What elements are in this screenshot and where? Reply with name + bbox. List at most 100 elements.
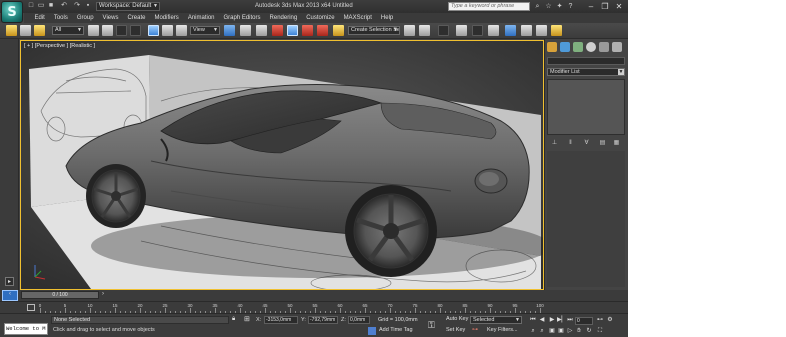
lock-selection-icon[interactable]: 🔒︎: [232, 316, 235, 323]
layer-manager-icon[interactable]: [438, 25, 449, 36]
pin-stack-icon[interactable]: ⊥: [551, 140, 558, 147]
spinner-snap-icon[interactable]: [317, 25, 328, 36]
field-of-view-icon[interactable]: ▷: [566, 327, 574, 335]
go-to-start-icon[interactable]: ⏮: [529, 316, 537, 324]
reference-coordinate-dropdown[interactable]: View ▼: [190, 26, 220, 35]
next-frame-icon[interactable]: ▶▏: [557, 316, 566, 324]
schematic-view-icon[interactable]: [488, 25, 499, 36]
create-tab-icon[interactable]: [547, 42, 557, 52]
open-mini-curve-editor-icon[interactable]: [27, 304, 35, 311]
y-coordinate-field[interactable]: -792,79mm: [308, 316, 338, 324]
new-scene-icon[interactable]: □: [27, 2, 35, 10]
minimize-icon[interactable]: –: [585, 1, 597, 12]
menu-modifiers[interactable]: Modifiers: [150, 13, 183, 23]
application-button[interactable]: S: [1, 1, 23, 23]
close-icon[interactable]: ✕: [613, 1, 625, 12]
menu-views[interactable]: Views: [98, 13, 123, 23]
select-and-move-icon[interactable]: [148, 25, 159, 36]
auto-key-button[interactable]: Auto Key: [446, 315, 468, 324]
bind-to-space-warp-icon[interactable]: [34, 25, 45, 36]
track-bar[interactable]: 0 5 10 15 20 25 30 35 40 45 50 55 60 65 70 75 80 85 90 95 10…: [0, 301, 628, 313]
restore-icon[interactable]: ❐: [599, 1, 611, 12]
orbit-icon[interactable]: ↻: [585, 327, 593, 335]
show-end-result-icon[interactable]: ‖: [567, 140, 574, 147]
z-coordinate-field[interactable]: 0,0mm: [348, 316, 370, 324]
motion-tab-icon[interactable]: [586, 42, 596, 52]
select-object-icon[interactable]: [88, 25, 99, 36]
viewport-label[interactable]: [ + ] [Perspective ] [Realistic ]: [24, 43, 95, 49]
utilities-tab-icon[interactable]: [612, 42, 622, 52]
curve-editor-icon[interactable]: [472, 25, 483, 36]
open-file-icon[interactable]: ▭: [37, 2, 45, 10]
window-crossing-icon[interactable]: [130, 25, 141, 36]
menu-graph-editors[interactable]: Graph Editors: [219, 13, 265, 23]
key-mode-dropdown[interactable]: Selected ▼: [470, 316, 522, 324]
save-file-icon[interactable]: ■: [47, 2, 55, 10]
select-and-manipulate-icon[interactable]: [240, 25, 251, 36]
absolute-mode-icon[interactable]: ⊞: [244, 315, 250, 323]
edit-named-selection-icon[interactable]: [333, 25, 344, 36]
frame-ruler[interactable]: 0 5 10 15 20 25 30 35 40 45 50 55 60 65 70 75 80 85 90 95 10…: [39, 302, 544, 313]
make-unique-icon[interactable]: ∀: [583, 140, 590, 147]
graphite-ribbon-icon[interactable]: [456, 25, 467, 36]
expand-strip-icon[interactable]: ▸: [5, 277, 14, 286]
previous-frame-icon[interactable]: ◀: [538, 316, 546, 324]
set-key-button[interactable]: Set Key: [446, 326, 465, 335]
remove-modifier-icon[interactable]: ▤: [599, 140, 606, 147]
select-and-scale-icon[interactable]: [176, 25, 187, 36]
rendered-frame-window-icon[interactable]: [536, 25, 547, 36]
select-and-rotate-icon[interactable]: [162, 25, 173, 36]
maximize-viewport-icon[interactable]: ⛶: [596, 327, 604, 335]
modify-tab-icon[interactable]: [560, 42, 570, 52]
play-icon[interactable]: ▶: [548, 316, 556, 324]
set-key-icon[interactable]: ⊶: [472, 326, 478, 333]
binoculars-icon[interactable]: ⌕: [533, 2, 542, 11]
align-icon[interactable]: [419, 25, 430, 36]
zoom-extents-icon[interactable]: ▣: [548, 327, 556, 335]
help-icon[interactable]: ?: [566, 2, 575, 11]
mirror-icon[interactable]: [404, 25, 415, 36]
keyboard-shortcut-override-icon[interactable]: [256, 25, 267, 36]
render-setup-icon[interactable]: [521, 25, 532, 36]
chevron-left-icon[interactable]: ‹: [9, 291, 11, 297]
snaps-toggle-icon[interactable]: [272, 25, 283, 36]
subscription-icon[interactable]: ☆: [544, 2, 553, 11]
zoom-icon[interactable]: ⌕: [529, 327, 537, 335]
pivot-center-icon[interactable]: [224, 25, 235, 36]
menu-create[interactable]: Create: [123, 13, 150, 23]
project-folder-icon[interactable]: ▪: [84, 2, 92, 10]
zoom-all-icon[interactable]: ⌕: [538, 327, 546, 335]
menu-edit[interactable]: Edit: [30, 13, 49, 23]
modifier-list-dropdown[interactable]: Modifier List ▼: [547, 68, 625, 76]
key-icon[interactable]: ⚿: [428, 320, 435, 331]
modifier-stack[interactable]: [547, 79, 625, 135]
configure-sets-icon[interactable]: ▦: [613, 140, 620, 147]
object-name-field[interactable]: [547, 57, 625, 65]
chevron-right-icon[interactable]: ›: [102, 291, 104, 297]
search-input[interactable]: Type a keyword or phrase: [448, 2, 530, 11]
menu-group[interactable]: Group: [72, 13, 98, 23]
named-selection-dropdown[interactable]: Create Selection Se ▼: [348, 26, 400, 35]
hierarchy-tab-icon[interactable]: [573, 42, 583, 52]
angle-snap-icon[interactable]: [287, 25, 298, 36]
rectangular-selection-icon[interactable]: [116, 25, 127, 36]
menu-rendering[interactable]: Rendering: [265, 13, 302, 23]
unlink-selection-icon[interactable]: [20, 25, 31, 36]
menu-help[interactable]: Help: [376, 13, 397, 23]
select-by-name-icon[interactable]: [102, 25, 113, 36]
selection-filter-dropdown[interactable]: All ▼: [52, 26, 84, 35]
percent-snap-icon[interactable]: [302, 25, 313, 36]
menu-maxscript[interactable]: MAXScript: [339, 13, 376, 23]
maxscript-listener[interactable]: Welcome to M: [4, 323, 48, 335]
undo-icon[interactable]: ↶: [60, 2, 68, 10]
go-to-end-icon[interactable]: ⏭: [566, 316, 574, 324]
key-filters-button[interactable]: Key Filters...: [487, 326, 518, 335]
material-editor-icon[interactable]: [505, 25, 516, 36]
render-production-icon[interactable]: [551, 25, 562, 36]
current-frame-field[interactable]: 0: [575, 317, 593, 325]
menu-animation[interactable]: Animation: [183, 13, 219, 23]
time-slider[interactable]: 0 / 100: [21, 291, 99, 299]
zoom-extents-all-icon[interactable]: ▣: [557, 327, 565, 335]
x-coordinate-field[interactable]: -3153,0mm: [264, 316, 298, 324]
redo-icon[interactable]: ↷: [73, 2, 81, 10]
